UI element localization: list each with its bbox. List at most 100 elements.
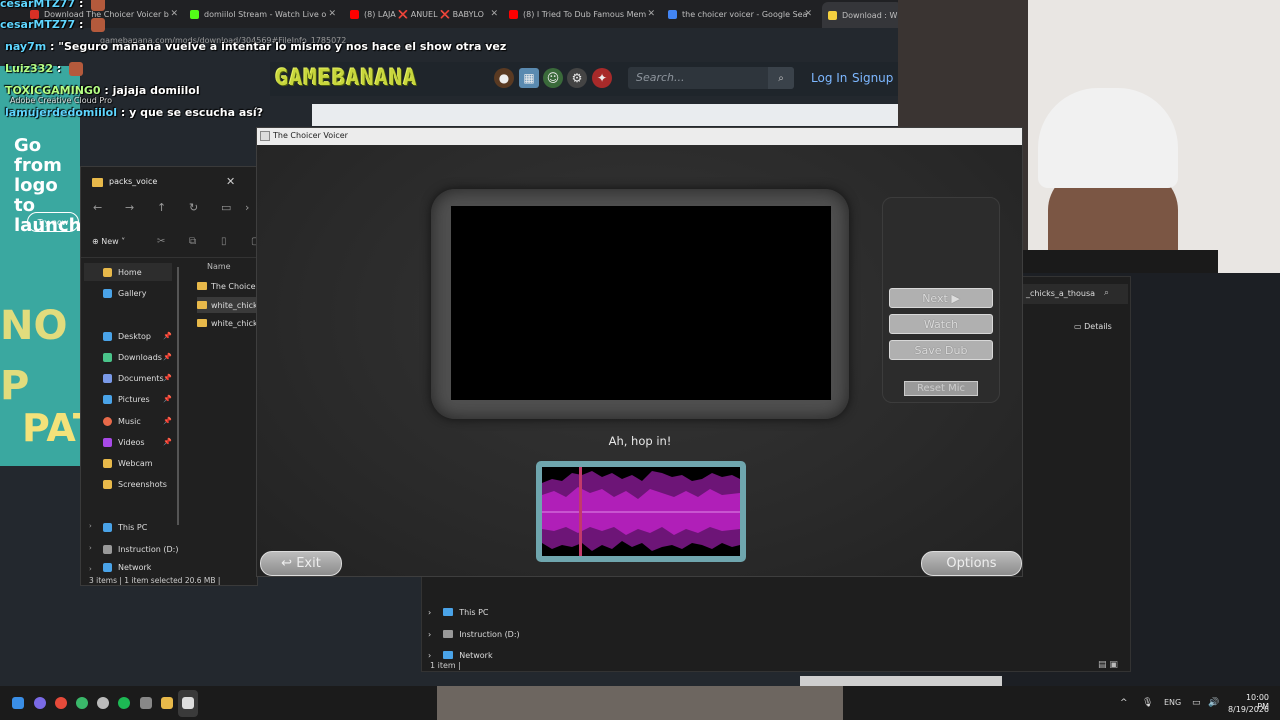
chevron-up-icon[interactable]: ^	[1120, 698, 1128, 708]
close-icon[interactable]: ✕	[226, 175, 235, 188]
tree-item-network[interactable]: Network	[103, 561, 151, 573]
pin-icon[interactable]: 📌	[163, 332, 172, 340]
pin-icon[interactable]: 📌	[163, 374, 172, 382]
chevron-right-icon[interactable]: ›	[89, 565, 92, 573]
save-dub-button[interactable]: Save Dub	[889, 340, 993, 360]
obs-icon[interactable]	[97, 697, 109, 709]
start-icon[interactable]	[12, 697, 24, 709]
playhead[interactable]	[579, 467, 582, 556]
next-button[interactable]: Next ▶	[889, 288, 993, 308]
forward-icon[interactable]: →	[125, 201, 134, 214]
watch-button[interactable]: Watch	[889, 314, 993, 334]
close-tab-icon[interactable]: ✕	[647, 9, 655, 19]
sidebar-item-videos[interactable]: Videos 📌	[103, 433, 172, 451]
file-explorer-window: packs_voice ✕ ← → ↑ ↻ ▭ › ⊕ New ˅ ✂ ⧉ ▯ …	[80, 166, 260, 586]
sidebar-item-music[interactable]: Music 📌	[103, 412, 172, 430]
back-icon[interactable]: ←	[93, 201, 102, 214]
explorer-search-input[interactable]: _chicks_a_thousa	[1022, 284, 1128, 304]
volume-icon[interactable]: 🔊	[1208, 698, 1219, 708]
chat-line: Luiz332 :	[5, 62, 84, 76]
wheel-icon[interactable]: ⚙	[567, 68, 587, 88]
close-tab-icon[interactable]: ✕	[328, 9, 336, 19]
network-icon	[103, 562, 112, 572]
discord-icon[interactable]	[34, 697, 46, 709]
pin-icon[interactable]: 📌	[163, 353, 172, 361]
browser-tab[interactable]: (8) LAJA ❌ ANUEL ❌ BABYLO ✕	[350, 4, 500, 24]
reset-mic-button[interactable]: Reset Mic	[904, 381, 978, 396]
language-indicator[interactable]: ENG	[1164, 698, 1181, 707]
pin-icon[interactable]: 📌	[163, 438, 172, 446]
close-tab-icon[interactable]: ✕	[804, 9, 812, 19]
sidebar-item-label: Gallery	[118, 288, 147, 298]
sidebar-item-pictures[interactable]: Pictures 📌	[103, 390, 172, 408]
emblem-icon[interactable]: ✦	[592, 68, 612, 88]
close-tab-icon[interactable]: ✕	[490, 9, 498, 19]
tab-label: (8) LAJA ❌ ANUEL ❌ BABYLO	[364, 9, 484, 19]
browser-tab[interactable]: (8) I Tried To Dub Famous Mem ✕	[509, 4, 657, 24]
details-button[interactable]: ▭ Details	[1074, 322, 1112, 331]
spotify-icon[interactable]	[118, 697, 130, 709]
tree-item-drive-d[interactable]: Instruction (D:)	[103, 540, 178, 558]
exit-button[interactable]: ↩ Exit	[260, 551, 342, 576]
nav-label: This PC	[459, 607, 489, 617]
bear-icon[interactable]: ●	[494, 68, 514, 88]
nav-label: Network	[459, 650, 493, 660]
pin-icon[interactable]: 📌	[163, 417, 172, 425]
gamebanana-logo[interactable]: GAMEBANANA	[275, 66, 417, 91]
chrome-profile-icon[interactable]	[76, 697, 88, 709]
column-header-name[interactable]: Name	[207, 262, 231, 271]
sidebar-scrollbar[interactable]	[177, 267, 179, 525]
sidebar-item-documents[interactable]: Documents 📌	[103, 369, 172, 387]
chat-username: TOXICGAMING0	[5, 84, 101, 97]
file-explorer-icon[interactable]	[161, 697, 173, 709]
refresh-icon[interactable]: ↻	[189, 201, 198, 214]
person-icon[interactable]: ☺	[543, 68, 563, 88]
adobe-ad[interactable]: Go from logo to launch Try now NO P PAT	[0, 66, 80, 466]
tree-item-this-pc[interactable]: This PC	[103, 518, 147, 536]
new-button[interactable]: ⊕ New ˅	[92, 237, 125, 246]
explorer-title: packs_voice	[109, 177, 158, 186]
options-button[interactable]: Options	[921, 551, 1022, 576]
sidebar-item-screenshots[interactable]: Screenshots	[103, 475, 167, 493]
explorer-status-bar: 1 item |	[430, 661, 461, 670]
close-tab-icon[interactable]: ✕	[170, 9, 178, 19]
cut-icon[interactable]: ✂	[157, 236, 165, 247]
up-icon[interactable]: ↑	[157, 201, 166, 214]
paste-icon[interactable]: ▯	[221, 236, 227, 247]
sidebar-item-webcam[interactable]: Webcam	[103, 454, 153, 472]
map-icon[interactable]: ▦	[519, 68, 539, 88]
chevron-right-icon[interactable]: ›	[89, 522, 92, 530]
sidebar-item-downloads[interactable]: Downloads 📌	[103, 348, 172, 366]
browser-tab-active[interactable]: Download : Whi	[822, 2, 902, 28]
nav-tree-item[interactable]: › Instruction (D:)	[428, 626, 520, 642]
file-row[interactable]: The Choicer	[197, 278, 259, 294]
choicer-voicer-taskbar-icon[interactable]	[182, 697, 194, 709]
file-row[interactable]: white_chicks	[197, 315, 259, 331]
audio-waveform[interactable]	[542, 467, 740, 556]
computer-icon[interactable]: ▭	[221, 201, 231, 214]
sidebar-item-desktop[interactable]: Desktop 📌	[103, 327, 172, 345]
chevron-right-icon[interactable]: ›	[245, 201, 249, 214]
browser-tab[interactable]: the choicer voicer - Google Sea ✕	[668, 4, 814, 24]
file-row-selected[interactable]: white_chicks	[197, 297, 259, 313]
microphone-icon[interactable]: 🎙	[1142, 698, 1153, 708]
network-icon[interactable]: ▭	[1192, 698, 1201, 708]
copy-icon[interactable]: ⧉	[189, 236, 196, 247]
signup-link[interactable]: Signup	[852, 71, 893, 85]
search-icon[interactable]: ⌕	[1104, 288, 1109, 298]
chevron-right-icon[interactable]: ›	[89, 544, 92, 552]
chrome-icon[interactable]	[55, 697, 67, 709]
nav-tree-item[interactable]: › This PC	[428, 604, 489, 620]
clock-date[interactable]: 8/19/2026	[1226, 705, 1269, 714]
view-toggle-icon[interactable]: ▤ ▣	[1098, 660, 1118, 670]
ad-try-now-button[interactable]: Try now	[27, 212, 79, 232]
sidebar-item-gallery[interactable]: Gallery	[103, 284, 147, 302]
browser-tab[interactable]: domiilol Stream - Watch Live o ✕	[190, 4, 338, 24]
search-icon[interactable]: ⌕	[768, 67, 794, 89]
sidebar-item-home[interactable]: Home	[84, 263, 172, 281]
sidebar-item-label: Pictures	[118, 394, 150, 404]
app-icon[interactable]	[140, 697, 152, 709]
chat-line: cesarMTZ77 :	[0, 18, 106, 32]
pin-icon[interactable]: 📌	[163, 395, 172, 403]
login-link[interactable]: Log In	[811, 71, 847, 85]
